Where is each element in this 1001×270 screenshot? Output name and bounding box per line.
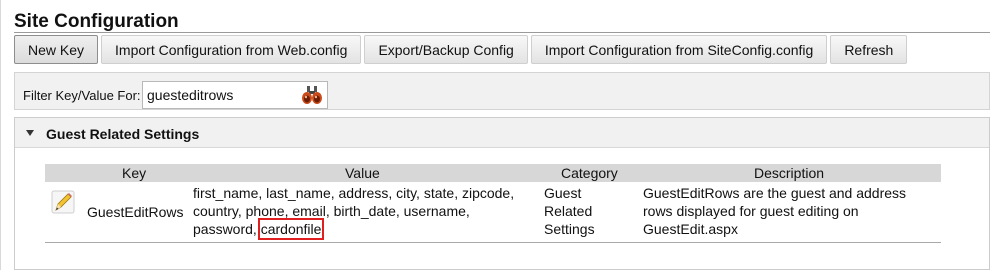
filter-field (142, 81, 328, 109)
column-header-key[interactable]: Key (122, 165, 146, 181)
toolbar: New Key Import Configuration from Web.co… (14, 35, 910, 65)
row-description: GuestEditRows are the guest and address … (643, 184, 906, 238)
import-siteconfig-button[interactable]: Import Configuration from SiteConfig.con… (530, 35, 828, 64)
title-divider (14, 32, 990, 33)
collapse-caret-icon[interactable] (26, 130, 34, 136)
row-description-line: GuestEditRows are the guest and address (643, 185, 907, 201)
row-category: Guest Related Settings (544, 184, 595, 238)
export-backup-button[interactable]: Export/Backup Config (364, 35, 528, 64)
import-webconfig-button[interactable]: Import Configuration from Web.config (101, 35, 362, 64)
page-title: Site Configuration (14, 11, 179, 32)
row-value-line: first_name, last_name, address, city, st… (193, 185, 515, 201)
panel-header[interactable]: Guest Related Settings (15, 118, 989, 148)
row-value: first_name, last_name, address, city, st… (193, 184, 515, 240)
window-left-border (0, 0, 1, 270)
row-category-line: Settings (544, 221, 595, 237)
row-key: GuestEditRows (87, 204, 184, 220)
filter-bar: Filter Key/Value For: (14, 72, 990, 110)
row-value-line-end: password, (193, 221, 257, 237)
filter-label: Filter Key/Value For: (23, 88, 141, 103)
column-header-description[interactable]: Description (754, 165, 824, 181)
panel-title: Guest Related Settings (46, 126, 200, 142)
row-value-line: country, phone, email, birth_date, usern… (193, 203, 470, 219)
refresh-button[interactable]: Refresh (830, 35, 908, 64)
column-header-value[interactable]: Value (345, 165, 380, 181)
new-key-button[interactable]: New Key (14, 35, 99, 64)
filter-input[interactable] (147, 87, 297, 103)
row-category-line: Guest (544, 185, 582, 201)
highlighted-value: cardonfile (257, 218, 325, 240)
row-description-line: rows displayed for guest editing on (643, 203, 859, 219)
row-description-line: GuestEdit.aspx (643, 221, 738, 237)
row-category-line: Related (544, 203, 593, 219)
column-header-category[interactable]: Category (561, 165, 618, 181)
edit-pencil-icon[interactable] (51, 190, 75, 214)
guest-settings-panel: Guest Related Settings Key Value Categor… (14, 117, 990, 270)
table-header: Key Value Category Description (45, 164, 941, 182)
table-row: GuestEditRows first_name, last_name, add… (45, 182, 941, 243)
row-value-line: password, cardonfile (193, 218, 514, 240)
settings-table: Key Value Category Description GuestEdit… (45, 164, 941, 243)
binoculars-icon[interactable] (301, 85, 323, 105)
